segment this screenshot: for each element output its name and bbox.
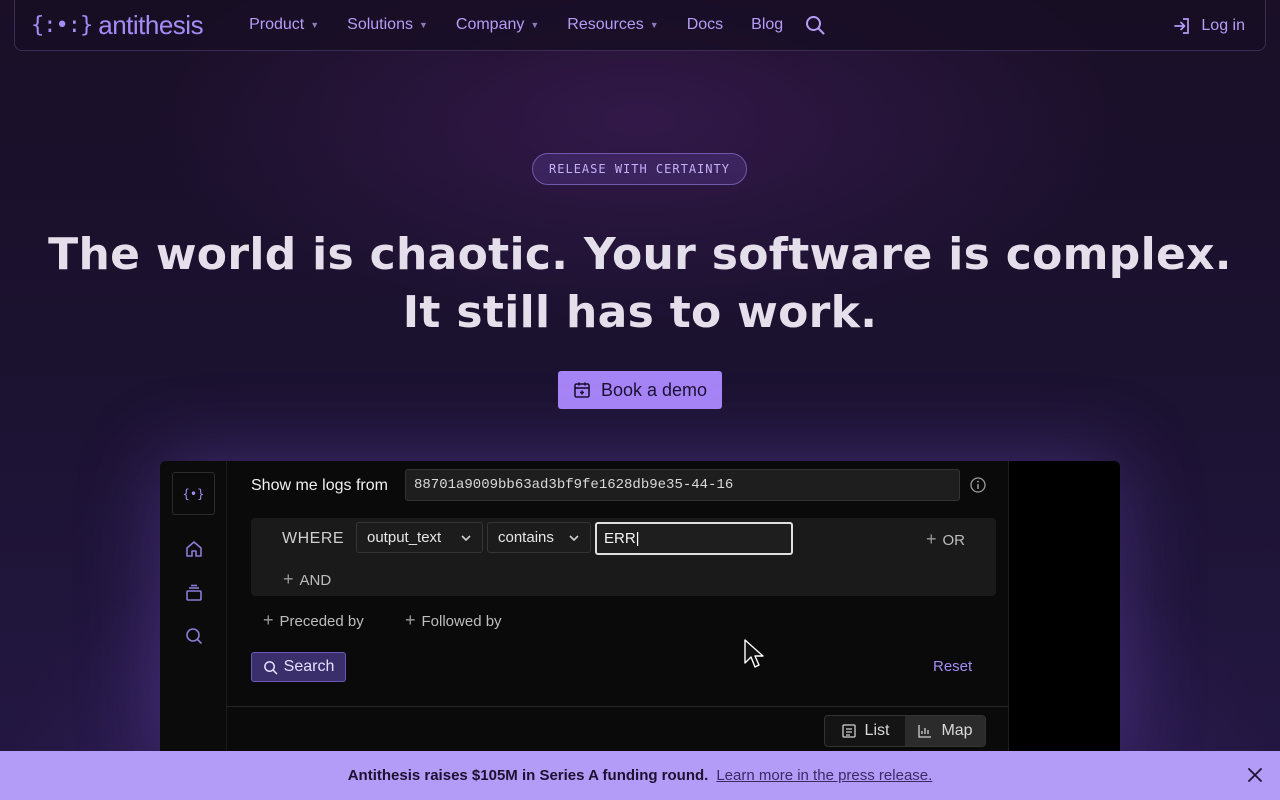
headline-line-1: The world is chaotic. Your software is c… — [48, 229, 1232, 280]
book-demo-button[interactable]: Book a demo — [558, 371, 722, 409]
logo-mark: {:•:} — [31, 12, 93, 38]
home-icon[interactable] — [184, 539, 204, 559]
nav-item-label: Product — [249, 16, 305, 33]
product-demo-window: {•} Show me logs from 88701a9009bb63ad3b… — [160, 461, 1120, 761]
filter-value-input[interactable]: ERR | — [595, 522, 793, 555]
caret-down-icon: ▼ — [310, 20, 320, 30]
preceded-by-button[interactable]: + Preceded by — [263, 610, 364, 631]
caret-down-icon: ▼ — [418, 20, 428, 30]
banner-text: Antithesis raises $105M in Series A fund… — [347, 767, 709, 784]
nav-item-label: Solutions — [347, 16, 413, 33]
show-logs-label: Show me logs from — [251, 477, 388, 494]
info-icon[interactable] — [970, 477, 986, 493]
and-label: AND — [299, 572, 332, 589]
nav-item-label: Docs — [686, 16, 724, 33]
or-label: OR — [942, 532, 966, 549]
calendar-icon — [574, 382, 590, 398]
chevron-down-icon — [569, 535, 579, 542]
brand-logo[interactable]: {:•:} antithesis — [31, 0, 204, 51]
announcement-banner: Antithesis raises $105M in Series A fund… — [0, 751, 1280, 800]
nav-item-product[interactable]: Product ▼ — [249, 16, 319, 34]
map-chart-icon — [918, 725, 932, 738]
plus-icon: + — [263, 610, 274, 630]
stack-icon[interactable] — [184, 583, 204, 603]
plus-icon: + — [283, 569, 294, 589]
search-button[interactable]: Search — [251, 652, 346, 682]
demo-sidebar: {•} — [160, 461, 227, 761]
nav-item-label: Resources — [567, 16, 644, 33]
followed-by-button[interactable]: + Followed by — [405, 610, 502, 631]
login-icon — [1174, 17, 1190, 34]
divider — [227, 706, 1009, 707]
search-icon[interactable] — [805, 15, 825, 35]
run-id-field[interactable]: 88701a9009bb63ad3bf9fe1628db9e35-44-16 — [405, 469, 960, 501]
chevron-down-icon — [461, 535, 471, 542]
caret-down-icon: ▼ — [530, 20, 540, 30]
filter-value-text: ERR — [604, 530, 636, 547]
nav-item-label: Blog — [751, 16, 784, 33]
nav-item-blog[interactable]: Blog — [751, 16, 783, 34]
where-label: WHERE — [282, 530, 345, 547]
headline-line-2: It still has to work. — [402, 287, 878, 338]
nav-item-solutions[interactable]: Solutions ▼ — [347, 16, 428, 34]
close-icon[interactable] — [1246, 766, 1264, 784]
hero-tagline-pill: RELEASE WITH CERTAINTY — [532, 153, 747, 185]
nav-item-resources[interactable]: Resources ▼ — [567, 16, 658, 34]
list-view-toggle[interactable]: List — [825, 716, 905, 746]
login-link[interactable]: Log in — [1173, 0, 1245, 51]
nav-item-label: Company — [455, 16, 525, 33]
field-select-value: output_text — [367, 529, 442, 546]
nav-links: Product ▼ Solutions ▼ Company ▼ Resources ▼ … — [249, 0, 825, 51]
mouse-cursor-icon — [744, 639, 764, 674]
list-label: List — [864, 722, 890, 739]
logo-wordmark: antithesis — [98, 9, 204, 40]
operator-select[interactable]: contains — [487, 522, 591, 553]
log-query-panel: Show me logs from 88701a9009bb63ad3bf9fe… — [227, 461, 1009, 761]
where-clause-box: WHERE output_text contains ERR | + OR + AND — [251, 518, 996, 596]
hero-headline: The world is chaotic. Your software is c… — [0, 226, 1280, 342]
add-or-button[interactable]: + OR — [926, 529, 965, 550]
plus-icon: + — [926, 529, 937, 549]
nav-item-company[interactable]: Company ▼ — [456, 16, 539, 34]
operator-select-value: contains — [498, 529, 554, 546]
add-and-button[interactable]: + AND — [283, 569, 331, 590]
search-label: Search — [283, 658, 335, 675]
list-icon — [841, 724, 856, 738]
press-release-link[interactable]: Learn more in the press release. — [716, 767, 932, 784]
login-label: Log in — [1201, 16, 1245, 34]
followed-label: Followed by — [421, 613, 502, 630]
nav-item-docs[interactable]: Docs — [687, 16, 723, 34]
search-icon — [263, 660, 277, 674]
view-toggle: List Map — [824, 715, 986, 747]
map-label: Map — [941, 722, 973, 739]
caret-down-icon: ▼ — [649, 20, 659, 30]
preceded-label: Preceded by — [279, 613, 364, 630]
map-view-toggle[interactable]: Map — [905, 716, 985, 746]
demo-right-panel — [1009, 461, 1120, 761]
field-select[interactable]: output_text — [356, 522, 483, 553]
top-navigation: {:•:} antithesis Product ▼ Solutions ▼ Com… — [14, 0, 1266, 51]
reset-button[interactable]: Reset — [933, 658, 972, 675]
search-icon[interactable] — [184, 626, 204, 646]
book-demo-label: Book a demo — [600, 379, 708, 400]
plus-icon: + — [405, 610, 416, 630]
demo-logo[interactable]: {•} — [172, 472, 215, 515]
